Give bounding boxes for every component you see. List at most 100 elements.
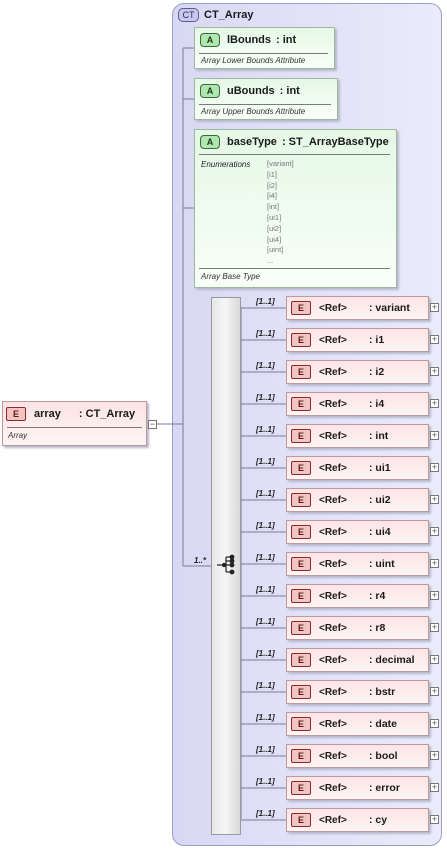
ref-element[interactable]: E <Ref>: cy bbox=[286, 808, 429, 832]
ref-tag: <Ref> bbox=[319, 654, 347, 666]
ref-type-name: : int bbox=[369, 430, 389, 442]
expand-toggle[interactable]: + bbox=[430, 495, 439, 504]
ref-type-name: : r4 bbox=[369, 590, 386, 602]
choice-icon[interactable] bbox=[215, 553, 237, 575]
ref-element[interactable]: E <Ref>: error bbox=[286, 776, 429, 800]
ref-tag: <Ref> bbox=[319, 590, 347, 602]
ref-element[interactable]: E <Ref>: r8 bbox=[286, 616, 429, 640]
element-badge: E bbox=[291, 813, 311, 827]
ref-type-name: : ui2 bbox=[369, 494, 391, 506]
element-badge: E bbox=[291, 557, 311, 571]
attribute-separator bbox=[199, 53, 328, 54]
element-badge: E bbox=[291, 397, 311, 411]
ref-tag: <Ref> bbox=[319, 526, 347, 538]
attribute-ubounds[interactable]: A uBounds : int Array Upper Bounds Attri… bbox=[194, 78, 338, 120]
ref-element[interactable]: E <Ref> : bool bbox=[286, 744, 429, 768]
attribute-badge: A bbox=[200, 33, 220, 47]
ref-cardinality: [1..1] bbox=[256, 681, 275, 690]
ref-element[interactable]: E <Ref>: uint bbox=[286, 552, 429, 576]
ref-type-name: : cy bbox=[369, 814, 388, 826]
ref-element[interactable]: E <Ref>: variant bbox=[286, 296, 429, 320]
ref-tag: <Ref> bbox=[319, 686, 347, 698]
ref-element[interactable]: E <Ref>: date bbox=[286, 712, 429, 736]
expand-toggle[interactable]: + bbox=[430, 655, 439, 664]
ref-cardinality: [1..1] bbox=[256, 745, 275, 754]
element-badge: E bbox=[291, 493, 311, 507]
ref-type-name: : i1 bbox=[369, 334, 385, 346]
ref-type-name: : i4 bbox=[369, 398, 385, 410]
expand-toggle[interactable]: + bbox=[430, 783, 439, 792]
element-badge: E bbox=[291, 749, 311, 763]
expand-toggle[interactable]: + bbox=[430, 303, 439, 312]
attribute-separator bbox=[199, 104, 331, 105]
ref-type-name: : bool bbox=[369, 750, 398, 762]
element-badge: E bbox=[291, 717, 311, 731]
expand-toggle[interactable]: + bbox=[430, 463, 439, 472]
element-badge: E bbox=[291, 621, 311, 635]
ref-element[interactable]: E <Ref>: bstr bbox=[286, 680, 429, 704]
element-description: Array bbox=[8, 431, 28, 440]
ref-tag: <Ref> bbox=[319, 334, 347, 346]
element-badge: E bbox=[291, 525, 311, 539]
enumeration-value: ... bbox=[267, 256, 274, 266]
expand-toggle[interactable]: + bbox=[430, 623, 439, 632]
expand-toggle[interactable]: + bbox=[430, 367, 439, 376]
ref-tag: <Ref> bbox=[319, 494, 347, 506]
ref-element[interactable]: E <Ref>: r4 bbox=[286, 584, 429, 608]
ref-type-name: : error bbox=[369, 782, 400, 794]
enumeration-value: [i4] bbox=[267, 191, 278, 201]
ref-tag: <Ref> bbox=[319, 718, 347, 730]
ref-tag: <Ref> bbox=[319, 750, 347, 762]
ref-element[interactable]: E <Ref>: ui1 bbox=[286, 456, 429, 480]
ref-cardinality: [1..1] bbox=[256, 777, 275, 786]
expand-toggle[interactable]: + bbox=[430, 751, 439, 760]
expand-toggle[interactable]: + bbox=[430, 431, 439, 440]
ref-type-name: : variant bbox=[369, 302, 410, 314]
ref-type-name: : decimal bbox=[369, 654, 415, 666]
enumeration-value: [i1] bbox=[267, 169, 278, 179]
choice-cardinality: 1..* bbox=[194, 556, 207, 565]
expand-toggle[interactable]: + bbox=[430, 527, 439, 536]
ref-cardinality: [1..1] bbox=[256, 457, 275, 466]
collapse-toggle[interactable]: − bbox=[148, 420, 157, 429]
ref-element[interactable]: E <Ref>: i1 bbox=[286, 328, 429, 352]
ref-type-name: : i2 bbox=[369, 366, 385, 378]
expand-toggle[interactable]: + bbox=[430, 335, 439, 344]
attribute-name: uBounds bbox=[227, 85, 275, 97]
expand-toggle[interactable]: + bbox=[430, 687, 439, 696]
ref-element[interactable]: E <Ref>: i2 bbox=[286, 360, 429, 384]
expand-toggle[interactable]: + bbox=[430, 559, 439, 568]
attribute-basetype[interactable]: A baseType : ST_ArrayBaseType Enumeratio… bbox=[194, 129, 397, 288]
ref-cardinality: [1..1] bbox=[256, 713, 275, 722]
expand-toggle[interactable]: + bbox=[430, 399, 439, 408]
element-badge: E bbox=[291, 461, 311, 475]
attribute-description: Array Base Type bbox=[201, 272, 260, 281]
expand-toggle[interactable]: + bbox=[430, 815, 439, 824]
enumerations-list: [variant] [i1] [i2] [i4] [int] [ui1] [ui2] [ui4… bbox=[267, 159, 294, 267]
ref-element[interactable]: E <Ref>: int bbox=[286, 424, 429, 448]
expand-toggle[interactable]: + bbox=[430, 719, 439, 728]
ref-element[interactable]: E <Ref>: decimal bbox=[286, 648, 429, 672]
attribute-separator bbox=[199, 268, 390, 269]
ref-tag: <Ref> bbox=[319, 462, 347, 474]
ref-element[interactable]: E <Ref> : ui2 bbox=[286, 488, 429, 512]
ref-tag: <Ref> bbox=[319, 558, 347, 570]
ref-cardinality: [1..1] bbox=[256, 489, 275, 498]
ref-element[interactable]: E <Ref>: i4 bbox=[286, 392, 429, 416]
ref-cardinality: [1..1] bbox=[256, 297, 275, 306]
enumeration-value: [int] bbox=[267, 202, 280, 212]
attribute-lbounds[interactable]: A lBounds : int Array Lower Bounds Attri… bbox=[194, 27, 335, 69]
element-badge: E bbox=[291, 365, 311, 379]
ref-cardinality: [1..1] bbox=[256, 425, 275, 434]
ref-element[interactable]: E <Ref>: ui4 bbox=[286, 520, 429, 544]
expand-toggle[interactable]: + bbox=[430, 591, 439, 600]
array-element[interactable]: E array : CT_Array Array bbox=[2, 401, 147, 446]
enumeration-value: [ui2] bbox=[267, 223, 282, 233]
attribute-description: Array Upper Bounds Attribute bbox=[201, 107, 306, 116]
ref-tag: <Ref> bbox=[319, 302, 347, 314]
ref-type-name: : bstr bbox=[369, 686, 396, 698]
attribute-badge: A bbox=[200, 135, 220, 149]
ref-tag: <Ref> bbox=[319, 622, 347, 634]
ref-cardinality: [1..1] bbox=[256, 553, 275, 562]
ref-cardinality: [1..1] bbox=[256, 329, 275, 338]
